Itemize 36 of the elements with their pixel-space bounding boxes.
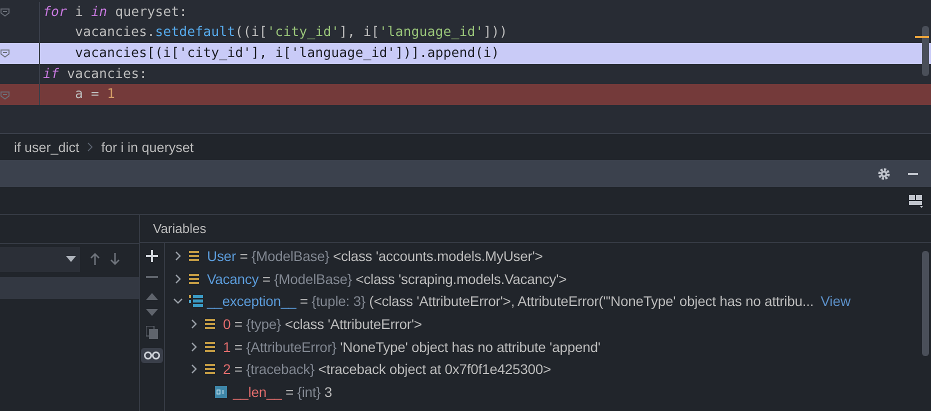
variable-entry[interactable]: 1 = {AttributeError} 'NoneType' object has no attribute 'append' (223, 338, 600, 355)
variable-entry[interactable]: User = {ModelBase} <class 'accounts.models.MyUser'> (207, 248, 543, 264)
code-line: for i in queryset: (0, 2, 931, 23)
variable-entry[interactable]: 0 = {type} <class 'AttributeError'> (223, 316, 422, 332)
chevron-icon (87, 142, 94, 152)
dropdown-caret-icon (66, 256, 76, 262)
move-up-icon[interactable] (146, 292, 158, 300)
scrollbar[interactable] (922, 251, 929, 356)
variable-entry[interactable]: 2 = {traceback} <traceback object at 0x7f0f1e425300> (223, 361, 552, 378)
variable-entry[interactable]: __exception__ = {tuple: 3} (<class 'AttributeError'>, AttributeError("'NoneType' object has no attribu... (207, 293, 814, 310)
list-icon (205, 319, 215, 330)
down-arrow-icon[interactable] (110, 253, 120, 265)
breadcrumb[interactable]: for i in queryset (101, 140, 194, 154)
move-down-icon[interactable] (146, 309, 158, 317)
variable-entry[interactable]: __len__ = {int} 3 (233, 384, 332, 400)
fold-icon[interactable] (0, 7, 10, 18)
fold-icon[interactable] (0, 90, 10, 100)
glasses-icon[interactable] (144, 351, 160, 360)
variable-entry[interactable]: Vacancy = {ModelBase} <class 'scraping.models.Vacancy'> (207, 270, 567, 287)
add-icon[interactable] (146, 250, 158, 262)
up-arrow-icon[interactable] (90, 253, 100, 265)
breadcrumb[interactable]: if user_dict (14, 140, 80, 154)
number-icon (215, 386, 227, 398)
layout-icon[interactable] (909, 194, 923, 208)
view-link[interactable]: View (820, 293, 851, 310)
settings-icon[interactable] (877, 166, 891, 180)
list-icon (205, 364, 215, 374)
fold-icon[interactable] (0, 48, 10, 58)
list-icon (205, 342, 215, 352)
list-icon (189, 251, 199, 262)
scrollbar[interactable] (922, 26, 929, 76)
numbered-list-icon (189, 295, 203, 308)
panel-title: Variables (140, 215, 931, 243)
warning-marker[interactable] (915, 36, 929, 38)
copy-icon[interactable] (146, 326, 158, 339)
list-icon (189, 274, 199, 284)
